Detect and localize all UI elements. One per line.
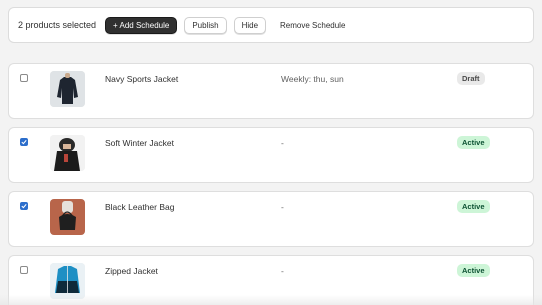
product-row[interactable]: Navy Sports Jacket Weekly: thu, sun Draf… (8, 63, 534, 119)
product-schedule: - (281, 266, 284, 276)
navy-jacket-image (50, 71, 85, 107)
add-schedule-button[interactable]: + Add Schedule (105, 16, 178, 34)
status-badge: Active (457, 200, 490, 213)
product-row[interactable]: Black Leather Bag - Active (8, 191, 534, 247)
product-schedule: Weekly: thu, sun (281, 74, 344, 84)
product-name[interactable]: Black Leather Bag (105, 202, 174, 212)
selected-count: 2 products selected (18, 20, 97, 30)
product-schedule: - (281, 138, 284, 148)
winter-jacket-image (50, 135, 85, 171)
scroll-fade (0, 295, 542, 305)
checkmark-icon (21, 139, 27, 145)
publish-button[interactable]: Publish (184, 16, 227, 34)
leather-bag-image (50, 199, 85, 235)
zipped-jacket-image (50, 263, 85, 299)
row-checkbox[interactable] (20, 74, 28, 82)
row-checkbox[interactable] (20, 266, 28, 274)
row-checkbox[interactable] (20, 202, 28, 210)
product-name[interactable]: Soft Winter Jacket (105, 138, 174, 148)
product-thumbnail (50, 135, 85, 171)
status-badge: Draft (457, 72, 485, 85)
product-thumbnail (50, 71, 85, 107)
remove-schedule-button[interactable]: Remove Schedule (273, 17, 352, 34)
row-checkbox[interactable] (20, 138, 28, 146)
product-schedule: - (281, 202, 284, 212)
bulk-actions-bar: 2 products selected + Add Schedule Publi… (8, 7, 534, 43)
product-name[interactable]: Navy Sports Jacket (105, 74, 178, 84)
product-row[interactable]: Soft Winter Jacket - Active (8, 127, 534, 183)
hide-button[interactable]: Hide (233, 16, 267, 34)
status-badge: Active (457, 264, 490, 277)
status-badge: Active (457, 136, 490, 149)
product-thumbnail (50, 263, 85, 299)
product-name[interactable]: Zipped Jacket (105, 266, 158, 276)
checkmark-icon (21, 203, 27, 209)
product-thumbnail (50, 199, 85, 235)
